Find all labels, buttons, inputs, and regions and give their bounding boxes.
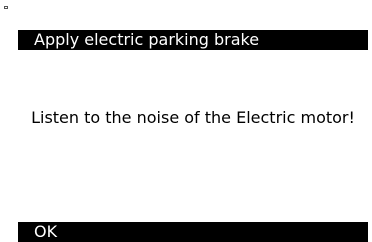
instruction-message: Listen to the noise of the Electric moto… — [31, 108, 355, 127]
dialog-title: Apply electric parking brake — [18, 30, 368, 50]
status-indicator — [4, 6, 8, 9]
ok-button[interactable]: OK — [18, 222, 368, 242]
